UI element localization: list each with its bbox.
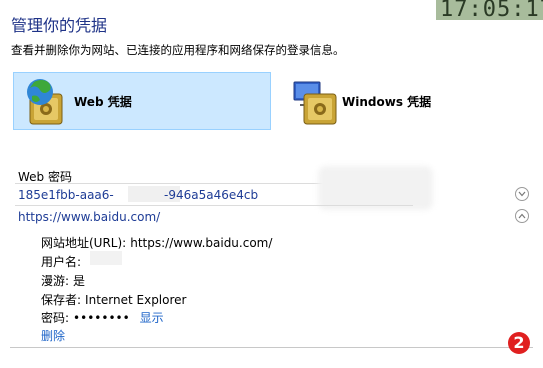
chevron-up-icon[interactable]	[515, 209, 529, 223]
detail-site-label: 网站地址(URL):	[41, 236, 127, 250]
chevron-down-icon[interactable]	[515, 187, 529, 201]
show-password-link[interactable]: 显示	[140, 311, 164, 325]
page-title: 管理你的凭据	[11, 16, 108, 35]
web-credentials-icon	[22, 76, 72, 126]
detail-username: 用户名:	[41, 253, 81, 270]
detail-roaming-value: 是	[73, 274, 86, 288]
credential-guid-prefix: 185e1fbb-aaa6-	[18, 188, 114, 202]
credential-row-baidu[interactable]: https://www.baidu.com/	[18, 206, 533, 228]
detail-saved-by-value: Internet Explorer	[85, 293, 187, 307]
detail-saved-by: 保存者: Internet Explorer	[41, 291, 186, 308]
windows-credentials-label: Windows 凭据	[342, 94, 432, 109]
page-subtitle: 查看并删除你为网站、已连接的应用程序和网络保存的登录信息。	[11, 43, 345, 57]
credential-guid-suffix: -946a5a46e4cb	[164, 188, 259, 202]
windows-credentials-icon	[290, 76, 340, 126]
redacted-region	[318, 166, 433, 210]
windows-credentials-tile[interactable]: Windows 凭据	[282, 72, 532, 130]
delete-credential-link[interactable]: 删除	[41, 327, 65, 344]
divider	[10, 347, 533, 348]
detail-username-label: 用户名:	[41, 255, 82, 269]
step-number-badge: 2	[508, 332, 530, 354]
clock-fragment: 17:05:17	[436, 0, 543, 20]
detail-saved-by-label: 保存者:	[41, 293, 82, 307]
web-credentials-tile[interactable]: Web 凭据	[13, 72, 271, 130]
web-credentials-label: Web 凭据	[74, 94, 132, 109]
credential-row-guid[interactable]: 185e1fbb-aaa6- -946a5a46e4cb	[18, 166, 533, 210]
detail-site-value: https://www.baidu.com/	[130, 236, 273, 250]
detail-site: 网站地址(URL): https://www.baidu.com/	[41, 234, 272, 251]
redacted-region	[90, 251, 122, 265]
detail-password-label: 密码:	[41, 311, 70, 325]
detail-roaming: 漫游: 是	[41, 272, 85, 289]
password-mask: ••••••••	[73, 311, 130, 325]
detail-roaming-label: 漫游:	[41, 274, 70, 288]
detail-password: 密码: •••••••• 显示	[41, 309, 164, 326]
credential-url: https://www.baidu.com/	[18, 210, 161, 224]
